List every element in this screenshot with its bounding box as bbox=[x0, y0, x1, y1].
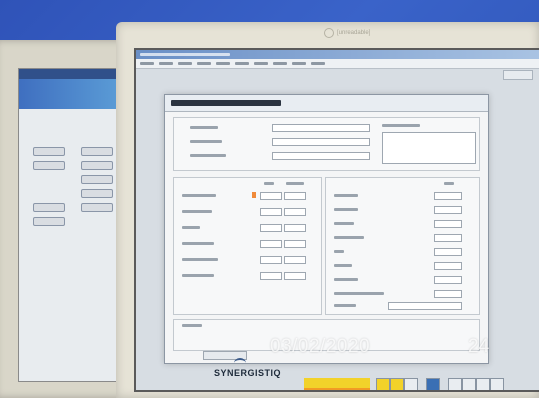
brand-logo-icon bbox=[324, 28, 334, 38]
param-actual-field bbox=[284, 272, 306, 280]
param-set-field[interactable] bbox=[434, 248, 462, 256]
param-label bbox=[334, 208, 358, 211]
preset-value-field[interactable] bbox=[272, 152, 370, 160]
orange-action-button[interactable] bbox=[304, 388, 370, 390]
param-actual-field bbox=[284, 208, 306, 216]
left-button[interactable] bbox=[33, 147, 65, 156]
tool-icon[interactable] bbox=[448, 378, 462, 390]
param-label bbox=[334, 292, 384, 295]
param-label bbox=[334, 278, 358, 281]
left-header-strip bbox=[19, 79, 129, 109]
menu-item[interactable] bbox=[140, 62, 154, 65]
menu-bar bbox=[136, 59, 539, 69]
camera-icon[interactable] bbox=[426, 378, 440, 390]
description-box[interactable] bbox=[382, 132, 476, 164]
set-header bbox=[264, 182, 274, 185]
yellow-action-button[interactable] bbox=[304, 378, 370, 388]
left-button[interactable] bbox=[81, 189, 113, 198]
actual-header bbox=[286, 182, 304, 185]
menu-item[interactable] bbox=[292, 62, 306, 65]
param-set-field[interactable] bbox=[434, 276, 462, 284]
param-label bbox=[334, 194, 358, 197]
left-monitor-screen bbox=[18, 68, 130, 382]
param-label bbox=[182, 274, 214, 277]
param-actual-field bbox=[284, 256, 306, 264]
tool-icon[interactable] bbox=[462, 378, 476, 390]
left-param-group bbox=[173, 177, 322, 315]
tool-icon[interactable] bbox=[490, 378, 504, 390]
param-set-field[interactable] bbox=[434, 262, 462, 270]
preset-name-field[interactable] bbox=[272, 138, 370, 146]
left-title-bar bbox=[19, 69, 129, 79]
dialog-header bbox=[165, 95, 488, 112]
left-button[interactable] bbox=[33, 217, 65, 226]
param-label bbox=[334, 236, 364, 239]
window-title bbox=[140, 53, 230, 56]
param-text-field[interactable] bbox=[388, 302, 462, 310]
param-set-field[interactable] bbox=[434, 290, 462, 298]
param-label bbox=[182, 242, 214, 245]
left-button[interactable] bbox=[33, 203, 65, 212]
left-button[interactable] bbox=[81, 161, 113, 170]
menu-item[interactable] bbox=[235, 62, 249, 65]
param-set-field[interactable] bbox=[260, 272, 282, 280]
left-button[interactable] bbox=[81, 147, 113, 156]
param-label bbox=[334, 304, 356, 307]
param-set-field[interactable] bbox=[260, 256, 282, 264]
set-header bbox=[444, 182, 454, 185]
monitor-brand-label: [unreadable] bbox=[337, 30, 371, 36]
param-set-field[interactable] bbox=[434, 234, 462, 242]
param-set-field[interactable] bbox=[434, 206, 462, 214]
left-button[interactable] bbox=[81, 203, 113, 212]
field-label bbox=[190, 126, 218, 129]
param-label bbox=[182, 210, 212, 213]
param-label bbox=[182, 194, 216, 197]
param-actual-field bbox=[284, 192, 306, 200]
preset-group bbox=[173, 117, 480, 171]
left-button[interactable] bbox=[33, 161, 65, 170]
window-title-bar bbox=[136, 50, 539, 59]
menu-item[interactable] bbox=[311, 62, 325, 65]
right-param-group bbox=[325, 177, 480, 315]
param-actual-field bbox=[284, 224, 306, 232]
menu-item[interactable] bbox=[216, 62, 230, 65]
left-button[interactable] bbox=[81, 175, 113, 184]
param-label bbox=[334, 222, 354, 225]
param-label bbox=[182, 258, 218, 261]
param-label bbox=[334, 264, 352, 267]
dialog-title bbox=[171, 100, 281, 106]
param-set-field[interactable] bbox=[434, 192, 462, 200]
param-set-field[interactable] bbox=[434, 220, 462, 228]
param-label bbox=[182, 226, 200, 229]
field-label bbox=[190, 154, 226, 157]
action-button[interactable] bbox=[503, 70, 533, 80]
menu-item[interactable] bbox=[254, 62, 268, 65]
menu-item[interactable] bbox=[178, 62, 192, 65]
photo-frame-number: 24 bbox=[468, 336, 490, 357]
description-label bbox=[382, 124, 420, 127]
param-set-field[interactable] bbox=[260, 192, 282, 200]
monitor-brand: [unreadable] bbox=[324, 28, 370, 38]
param-set-field[interactable] bbox=[260, 208, 282, 216]
param-actual-field bbox=[284, 240, 306, 248]
photo-date-stamp: 03/02/2020 bbox=[270, 336, 371, 357]
field-label bbox=[190, 140, 222, 143]
tool-icon[interactable] bbox=[476, 378, 490, 390]
lock-icon[interactable] bbox=[404, 378, 418, 390]
menu-item[interactable] bbox=[197, 62, 211, 65]
tool-icon[interactable] bbox=[376, 378, 390, 390]
brand-logo-icon bbox=[234, 358, 246, 368]
preset-select[interactable] bbox=[272, 124, 370, 132]
param-set-field[interactable] bbox=[260, 240, 282, 248]
brand-name: SYNERGISTIQ bbox=[214, 368, 282, 378]
param-label bbox=[334, 250, 344, 253]
tool-icon[interactable] bbox=[390, 378, 404, 390]
footer-label bbox=[182, 324, 202, 327]
param-set-field[interactable] bbox=[260, 224, 282, 232]
menu-item[interactable] bbox=[273, 62, 287, 65]
active-marker bbox=[252, 192, 256, 198]
menu-item[interactable] bbox=[159, 62, 173, 65]
preset-selection-dialog bbox=[164, 94, 489, 364]
